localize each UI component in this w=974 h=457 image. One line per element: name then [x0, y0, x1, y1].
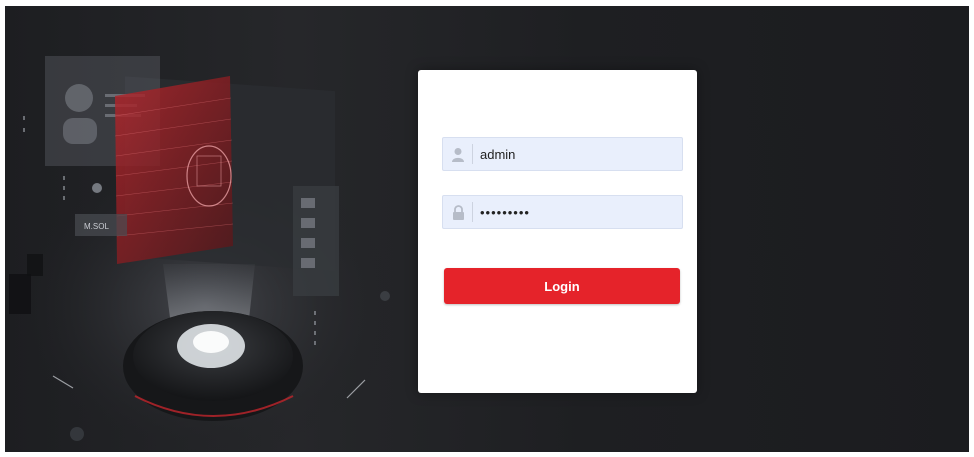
login-page-background: M.SOL admin ••••••••• Login — [5, 6, 969, 452]
lock-icon — [449, 203, 467, 221]
field-divider — [472, 202, 473, 222]
username-field[interactable] — [442, 137, 683, 171]
security-camera-illustration: M.SOL — [9, 56, 395, 452]
field-divider — [472, 144, 473, 164]
user-icon — [449, 145, 467, 163]
password-input[interactable] — [480, 196, 675, 228]
username-input[interactable] — [480, 138, 675, 170]
login-card: Login — [418, 70, 697, 393]
login-button[interactable]: Login — [444, 268, 680, 304]
hero-panel-label: M.SOL — [84, 222, 109, 231]
password-field[interactable] — [442, 195, 683, 229]
